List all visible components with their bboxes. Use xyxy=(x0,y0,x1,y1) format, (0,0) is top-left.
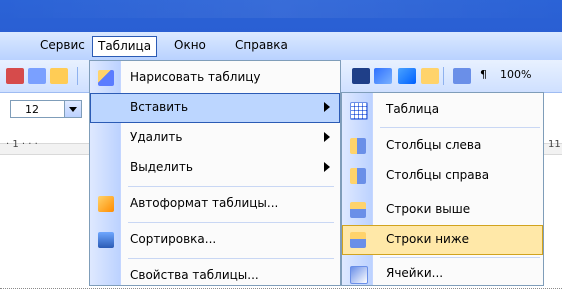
menu-item-draw-table[interactable]: Нарисовать таблицу xyxy=(90,63,340,93)
title-bar xyxy=(0,0,562,32)
menu-item-label: Сортировка... xyxy=(130,232,217,246)
columns-icon[interactable] xyxy=(398,68,416,84)
submenu-item-label: Строки выше xyxy=(386,202,471,216)
menu-separator xyxy=(128,258,334,259)
menu-bar: Сервис Таблица Окно Справка xyxy=(0,32,562,61)
cells-icon xyxy=(350,266,368,284)
submenu-separator xyxy=(380,257,540,258)
menu-item-label: Удалить xyxy=(130,130,183,144)
menu-item-select[interactable]: Выделить xyxy=(90,153,340,183)
chevron-right-icon xyxy=(324,102,330,112)
submenu-item-label: Строки ниже xyxy=(386,232,470,246)
document-map-icon[interactable] xyxy=(453,68,471,84)
chevron-right-icon xyxy=(324,162,330,172)
menu-item-label: Выделить xyxy=(130,160,193,174)
autoformat-icon xyxy=(98,196,114,212)
zoom-level[interactable]: 100% xyxy=(500,68,531,81)
rows-below-icon xyxy=(350,232,366,248)
menu-window[interactable]: Окно xyxy=(168,36,212,55)
toolbar-separator xyxy=(443,67,444,85)
menu-help[interactable]: Справка xyxy=(229,36,294,55)
menu-separator xyxy=(128,222,334,223)
insert-table-icon[interactable] xyxy=(374,68,392,84)
ruler-marks: · 1 · · · xyxy=(6,139,38,150)
columns-right-icon xyxy=(350,168,366,184)
cut-icon[interactable] xyxy=(6,68,24,84)
font-size-value: 12 xyxy=(25,103,39,116)
menu-item-sort[interactable]: Сортировка... xyxy=(90,225,340,255)
submenu-item-rows-above[interactable]: Строки выше xyxy=(342,195,543,225)
menu-service[interactable]: Сервис xyxy=(34,36,91,55)
submenu-item-table[interactable]: Таблица xyxy=(342,95,543,125)
submenu-item-label: Таблица xyxy=(386,102,440,116)
table-menu-dropdown: Нарисовать таблицу Вставить Удалить Выде… xyxy=(89,60,341,286)
menu-item-autoformat[interactable]: Автоформат таблицы... xyxy=(90,189,340,219)
submenu-item-label: Столбцы слева xyxy=(386,138,482,152)
copy-icon[interactable] xyxy=(28,68,46,84)
font-size-combobox[interactable]: 12 xyxy=(10,100,82,118)
menu-item-label: Свойства таблицы... xyxy=(130,268,259,282)
menu-item-insert[interactable]: Вставить xyxy=(90,93,340,123)
table-grid-icon[interactable] xyxy=(352,68,370,84)
page-boundary xyxy=(0,288,562,289)
drawing-icon[interactable] xyxy=(421,68,439,84)
chevron-right-icon xyxy=(324,132,330,142)
title-bar-glare xyxy=(0,0,562,18)
sort-icon xyxy=(98,232,114,248)
submenu-item-columns-right[interactable]: Столбцы справа xyxy=(342,161,543,191)
submenu-item-rows-below[interactable]: Строки ниже xyxy=(342,225,543,255)
chevron-down-icon[interactable] xyxy=(64,101,81,117)
menu-table[interactable]: Таблица xyxy=(92,36,158,57)
submenu-item-label: Столбцы справа xyxy=(386,168,490,182)
pencil-icon xyxy=(98,70,114,86)
submenu-separator xyxy=(380,127,540,128)
rows-above-icon xyxy=(350,202,366,218)
menu-item-label: Автоформат таблицы... xyxy=(130,196,279,210)
menu-item-table-properties[interactable]: Свойства таблицы... xyxy=(90,261,340,291)
menu-item-delete[interactable]: Удалить xyxy=(90,123,340,153)
toolbar-separator xyxy=(77,67,78,85)
menu-item-label: Нарисовать таблицу xyxy=(130,70,261,84)
pilcrow-icon[interactable]: ¶ xyxy=(480,68,487,81)
insert-submenu: Таблица Столбцы слева Столбцы справа Стр… xyxy=(341,92,544,286)
submenu-item-label: Ячейки... xyxy=(386,266,444,280)
ruler-number: 11 xyxy=(548,139,561,150)
columns-left-icon xyxy=(350,138,366,154)
paste-icon[interactable] xyxy=(50,68,68,84)
menu-separator xyxy=(128,186,334,187)
table-icon xyxy=(350,102,368,120)
submenu-item-columns-left[interactable]: Столбцы слева xyxy=(342,131,543,161)
menu-item-label: Вставить xyxy=(130,100,189,114)
submenu-item-cells[interactable]: Ячейки... xyxy=(342,259,543,289)
